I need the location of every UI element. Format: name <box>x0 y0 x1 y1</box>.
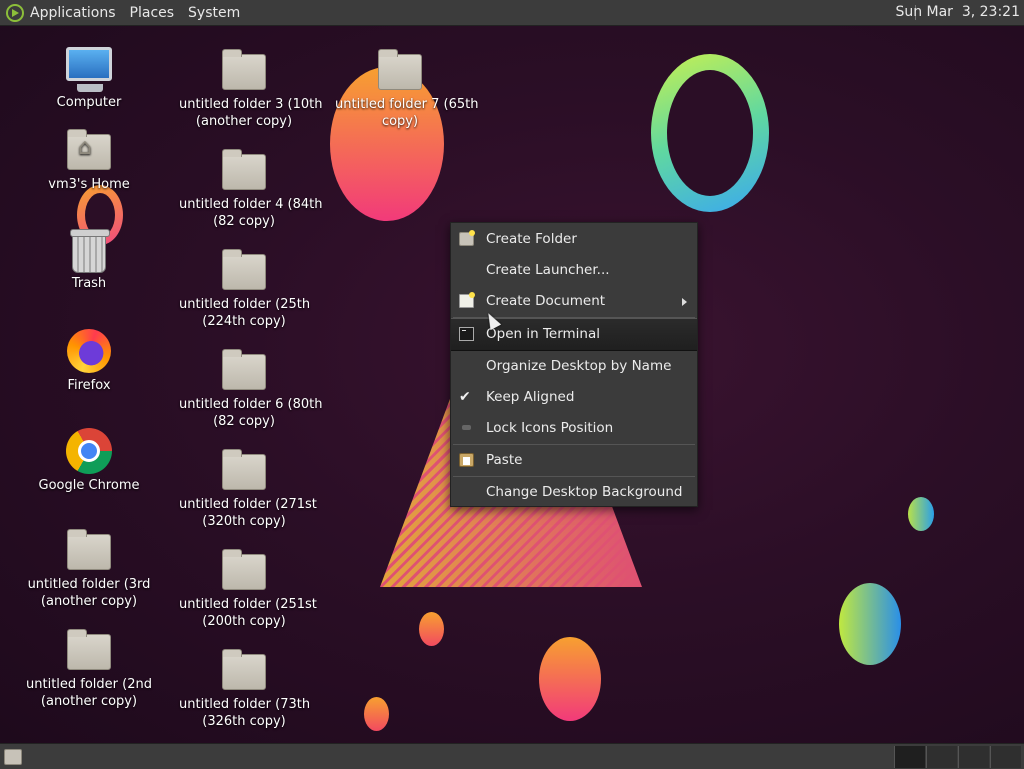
menu-item-label: Paste <box>486 452 523 468</box>
folder-icon <box>378 49 422 90</box>
menu-places[interactable]: Places <box>130 5 175 21</box>
menu-item-lock-icons-position[interactable]: Lock Icons Position <box>451 413 697 444</box>
desktop-icon-home[interactable]: vm3's Home <box>24 129 154 193</box>
desktop-icon-folder[interactable]: untitled folder (3rd (another copy) <box>24 529 154 610</box>
clock[interactable]: Sun Mar 3, 23:21 <box>895 4 1020 20</box>
desktop-icon-folder[interactable]: untitled folder 7 (65th copy) <box>335 49 479 130</box>
icon-label: untitled folder 7 (65th copy) <box>335 97 479 129</box>
home-folder-icon <box>67 129 111 170</box>
icon-label: untitled folder 4 (84th (82 copy) <box>179 197 323 229</box>
menu-system[interactable]: System <box>188 5 240 21</box>
folder-icon <box>222 549 266 590</box>
folder-icon <box>222 249 266 290</box>
icon-label: untitled folder (2nd (another copy) <box>26 677 152 709</box>
desktop-icon-chrome[interactable]: Google Chrome <box>24 428 154 494</box>
folder-icon <box>222 449 266 490</box>
wallpaper-oval-pink <box>539 637 601 721</box>
menu-item-paste[interactable]: Paste <box>451 445 697 476</box>
icon-label: untitled folder (271st (320th copy) <box>179 497 317 529</box>
menu-item-create-launcher[interactable]: Create Launcher... <box>451 255 697 286</box>
menu-item-keep-aligned[interactable]: ✔ Keep Aligned <box>451 382 697 413</box>
bottom-panel <box>0 743 1024 769</box>
folder-icon <box>67 529 111 570</box>
menu-item-label: Open in Terminal <box>486 326 600 342</box>
desktop-icon-computer[interactable]: Computer <box>24 47 154 111</box>
desktop-icon-folder[interactable]: untitled folder 4 (84th (82 copy) <box>179 149 323 230</box>
icon-label: untitled folder (251st (200th copy) <box>179 597 317 629</box>
icon-label: untitled folder (3rd (another copy) <box>27 577 151 609</box>
wallpaper-oval-green <box>839 583 901 665</box>
desktop-icon-folder[interactable]: untitled folder (73th (326th copy) <box>179 649 311 730</box>
distro-logo-icon[interactable] <box>6 3 24 22</box>
menu-item-label: Create Launcher... <box>486 262 610 278</box>
icon-label: untitled folder 3 (10th (another copy) <box>179 97 323 129</box>
checkmark-icon: ✔ <box>459 389 471 405</box>
icon-label: untitled folder (25th (224th copy) <box>179 297 311 329</box>
desktop-icon-folder[interactable]: untitled folder (271st (320th copy) <box>179 449 317 530</box>
icon-label: Firefox <box>67 378 111 393</box>
create-document-icon <box>459 292 475 308</box>
wallpaper-dot-1 <box>419 612 444 646</box>
create-folder-icon <box>459 230 475 246</box>
folder-icon <box>222 649 266 690</box>
icon-label: vm3's Home <box>48 177 130 192</box>
wallpaper-ring-shape <box>651 54 769 212</box>
menu-item-label: Change Desktop Background <box>486 484 683 500</box>
folder-icon <box>222 149 266 190</box>
menu-item-create-folder[interactable]: Create Folder <box>451 224 697 255</box>
folder-icon <box>67 629 111 670</box>
desktop-icon-folder[interactable]: untitled folder (25th (224th copy) <box>179 249 311 330</box>
workspace-2[interactable] <box>926 746 957 768</box>
icon-label: Computer <box>56 95 122 110</box>
menu-item-label: Create Document <box>486 293 606 309</box>
menu-item-organize-by-name[interactable]: Organize Desktop by Name <box>451 351 697 382</box>
icon-label: Google Chrome <box>38 478 140 493</box>
lock-icon <box>462 425 471 430</box>
workspace-1[interactable] <box>894 746 925 768</box>
desktop-icon-folder[interactable]: untitled folder (251st (200th copy) <box>179 549 317 630</box>
desktop-icon-folder[interactable]: untitled folder (2nd (another copy) <box>24 629 154 710</box>
workspace-4[interactable] <box>990 746 1021 768</box>
top-panel: Applications Places System Sun Mar 3, 23… <box>0 0 1024 26</box>
icon-label: Trash <box>71 276 107 291</box>
desktop-icon-trash[interactable]: Trash <box>24 229 154 292</box>
firefox-icon <box>67 329 111 373</box>
menu-item-label: Keep Aligned <box>486 389 575 405</box>
folder-icon <box>222 349 266 390</box>
terminal-icon <box>459 327 474 341</box>
desktop-icon-folder[interactable]: untitled folder 6 (80th (82 copy) <box>179 349 323 430</box>
show-desktop-icon[interactable] <box>4 749 22 765</box>
menu-applications[interactable]: Applications <box>30 5 116 21</box>
menu-item-label: Create Folder <box>486 231 577 247</box>
submenu-arrow-icon <box>682 298 687 306</box>
folder-icon <box>222 49 266 90</box>
menu-item-change-background[interactable]: Change Desktop Background <box>451 477 697 508</box>
computer-icon <box>66 47 112 92</box>
trash-icon <box>70 229 110 273</box>
workspace-3[interactable] <box>958 746 989 768</box>
icon-label: untitled folder 6 (80th (82 copy) <box>179 397 323 429</box>
icon-label: untitled folder (73th (326th copy) <box>179 697 311 729</box>
menu-item-label: Organize Desktop by Name <box>486 358 672 374</box>
chrome-icon <box>66 428 112 474</box>
wallpaper-oval-blue <box>908 497 934 531</box>
desktop-context-menu: Create Folder Create Launcher... Create … <box>450 222 698 507</box>
wallpaper-dot-2 <box>364 697 389 731</box>
desktop-icon-firefox[interactable]: Firefox <box>24 329 154 394</box>
paste-icon <box>459 453 474 467</box>
desktop-icon-folder[interactable]: untitled folder 3 (10th (another copy) <box>179 49 323 130</box>
menu-item-label: Lock Icons Position <box>486 420 614 436</box>
